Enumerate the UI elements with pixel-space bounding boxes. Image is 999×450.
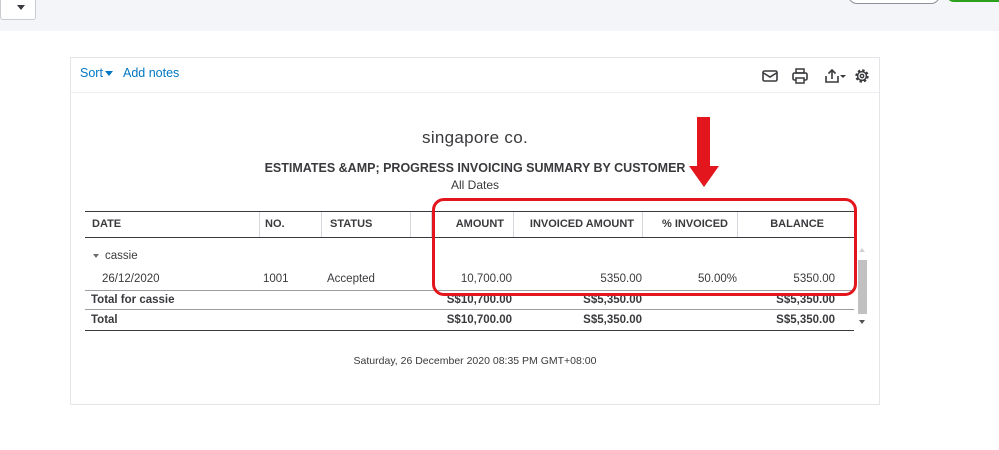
export-icon[interactable] xyxy=(823,67,847,85)
grand-total-balance[interactable]: S$5,350.00 xyxy=(734,314,835,326)
top-bar xyxy=(0,0,999,31)
grand-total-label: Total xyxy=(91,314,118,326)
column-header-status[interactable]: STATUS xyxy=(330,218,372,230)
arrow-head-annotation-icon xyxy=(689,166,719,187)
highlight-box-annotation xyxy=(432,198,857,296)
sort-label: Sort xyxy=(80,66,103,80)
email-icon[interactable] xyxy=(761,67,779,85)
dropdown-button[interactable] xyxy=(0,0,36,20)
secondary-button[interactable] xyxy=(848,0,940,4)
sort-button[interactable]: Sort xyxy=(80,66,113,80)
row-divider xyxy=(85,309,854,310)
add-notes-link[interactable]: Add notes xyxy=(123,66,179,80)
collapse-caret-icon[interactable] xyxy=(93,254,99,258)
caret-down-icon xyxy=(17,5,25,10)
arrow-down-annotation-icon xyxy=(697,117,710,167)
grand-total-amount[interactable]: S$10,700.00 xyxy=(411,314,512,326)
scrollbar-thumb[interactable] xyxy=(858,260,867,314)
report-date-range: All Dates xyxy=(450,178,500,192)
report-timestamp: Saturday, 26 December 2020 08:35 PM GMT+… xyxy=(353,355,597,367)
row-status: Accepted xyxy=(327,273,375,285)
column-divider[interactable] xyxy=(410,212,411,237)
report-title: ESTIMATES &AMP; PROGRESS INVOICING SUMMA… xyxy=(264,161,686,175)
group-total-label: Total for cassie xyxy=(91,294,175,306)
print-icon[interactable] xyxy=(791,67,809,85)
row-no[interactable]: 1001 xyxy=(263,273,289,285)
gear-icon[interactable] xyxy=(853,67,871,85)
vertical-scrollbar[interactable] xyxy=(857,246,868,326)
primary-button[interactable] xyxy=(946,0,999,2)
column-header-no[interactable]: NO. xyxy=(265,218,285,230)
caret-down-icon xyxy=(104,71,113,77)
group-name: cassie xyxy=(105,250,138,262)
column-divider[interactable] xyxy=(321,212,322,237)
scroll-down-icon[interactable] xyxy=(859,320,865,324)
company-name: singapore co. xyxy=(422,128,528,147)
total-underline xyxy=(85,330,854,331)
row-date: 26/12/2020 xyxy=(102,273,160,285)
column-divider[interactable] xyxy=(259,212,260,237)
column-header-date[interactable]: DATE xyxy=(92,218,121,230)
scroll-up-icon[interactable] xyxy=(859,248,865,252)
grand-total-invoiced-amount[interactable]: S$5,350.00 xyxy=(541,314,642,326)
report-toolbar: Sort Add notes xyxy=(71,58,879,93)
